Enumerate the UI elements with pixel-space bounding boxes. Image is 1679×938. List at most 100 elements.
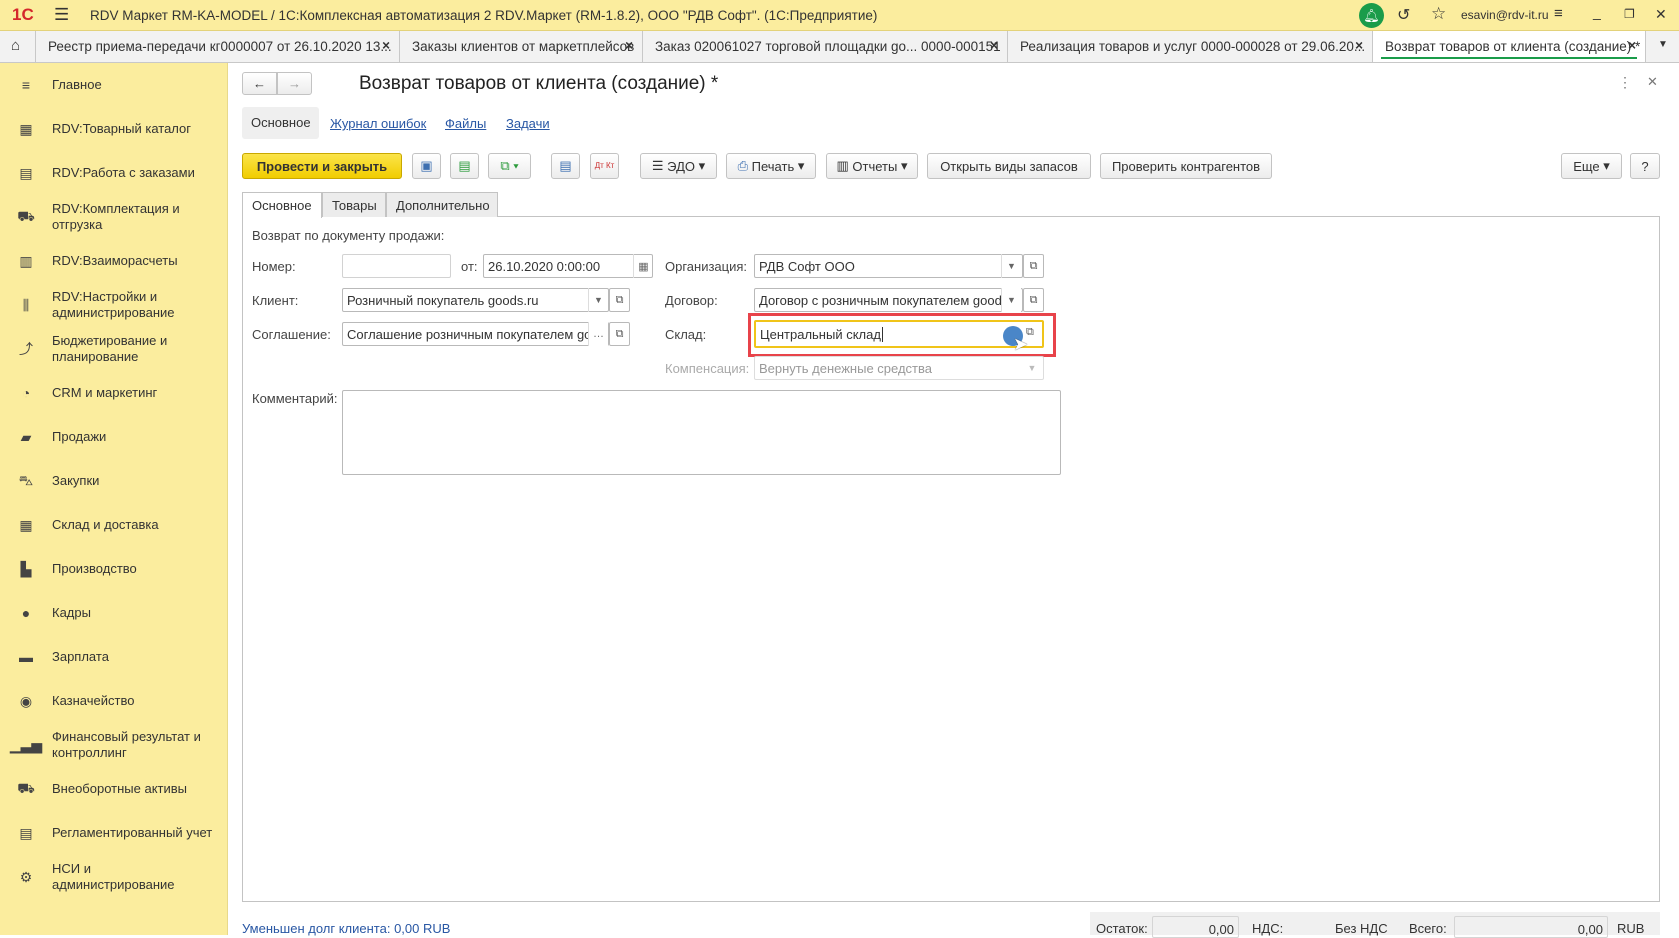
close-form-icon[interactable]: ✕ xyxy=(1647,74,1658,90)
compensation-input: Вернуть денежные средства xyxy=(754,356,1044,380)
sidebar-item[interactable]: ▙ Производство xyxy=(0,547,228,591)
tab-label: Реализация товаров и услуг 0000-000028 о… xyxy=(1020,39,1366,54)
save-button[interactable]: ▣ xyxy=(412,153,441,179)
totals-panel: Остаток: 0,00 НДС: Без НДС Всего: 0,00 R… xyxy=(1090,912,1660,938)
favorites-star-icon[interactable]: ☆ xyxy=(1431,4,1446,24)
1c-logo: 1С xyxy=(12,5,34,24)
section-label: Возврат по документу продажи: xyxy=(252,228,445,243)
nav-main[interactable]: Основное xyxy=(242,107,319,139)
grid-icon: ▦ xyxy=(19,120,33,137)
chevron-down-icon[interactable]: ▼ xyxy=(1001,288,1021,312)
more-button[interactable]: Еще ▾ xyxy=(1561,153,1622,179)
sidebar-item[interactable]: ● Кадры xyxy=(0,591,228,635)
sidebar-item[interactable]: ▦ RDV:Товарный каталог xyxy=(0,107,228,151)
sidebar-item[interactable]: ⫼ RDV:Настройки и администрирование xyxy=(0,283,228,327)
number-input[interactable] xyxy=(342,254,451,278)
date-label: от: xyxy=(461,259,478,274)
open-stock-types-button[interactable]: Открыть виды запасов xyxy=(927,153,1091,179)
window-tab[interactable]: Заказы клиентов от маркетплейсов × xyxy=(400,31,643,62)
comment-textarea[interactable] xyxy=(342,390,1061,475)
post-button[interactable]: ▤ xyxy=(450,153,479,179)
sidebar-item[interactable]: ⚙ НСИ и администрирование xyxy=(0,855,228,899)
compensation-label: Компенсация: xyxy=(665,361,750,376)
contract-input[interactable]: Договор с розничным покупателем goods xyxy=(754,288,1023,312)
bag-icon: ▰ xyxy=(20,428,32,445)
user-name[interactable]: esavin@rdv-it.ru xyxy=(1461,8,1549,22)
nav-errors-log[interactable]: Журнал ошибок xyxy=(330,116,426,131)
window-tab[interactable]: Реализация товаров и услуг 0000-000028 о… xyxy=(1008,31,1373,62)
calendar-icon[interactable]: ▦ xyxy=(633,254,653,278)
basket-icon: ⛍ xyxy=(18,471,34,488)
sidebar-item[interactable]: ◉ Казначейство xyxy=(0,679,228,723)
more-options-icon[interactable]: ⋮ xyxy=(1618,74,1632,91)
check-counterparties-button[interactable]: Проверить контрагентов xyxy=(1100,153,1272,179)
reports-button[interactable]: ▥ Отчеты ▾ xyxy=(826,153,918,179)
currency-label: RUB xyxy=(1617,921,1645,936)
list-icon: ▤ xyxy=(559,158,572,173)
tab-main[interactable]: Основное xyxy=(242,192,322,218)
sidebar-item[interactable]: ▥ RDV:Взаиморасчеты xyxy=(0,239,228,283)
sidebar-item[interactable]: ◔ CRM и маркетинг xyxy=(0,371,228,415)
back-button[interactable]: ← xyxy=(242,72,277,95)
close-tab-icon[interactable]: × xyxy=(990,38,998,53)
open-icon[interactable]: ⧉ xyxy=(1026,326,1034,339)
open-icon[interactable]: ⧉ xyxy=(1023,288,1044,312)
sidebar-item[interactable]: ⛟ RDV:Комплектация и отгрузка xyxy=(0,195,228,239)
minimize-icon[interactable]: _ xyxy=(1593,4,1601,20)
sidebar-item[interactable]: ⛍ Закупки xyxy=(0,459,228,503)
chevron-down-icon[interactable]: ▼ xyxy=(588,288,608,312)
ledger-icon: ▤ xyxy=(19,824,33,841)
close-tab-icon[interactable]: × xyxy=(1355,38,1363,53)
forward-button[interactable]: → xyxy=(277,72,312,95)
open-icon[interactable]: ⧉ xyxy=(609,288,630,312)
close-tab-icon[interactable]: × xyxy=(382,38,390,53)
home-icon[interactable]: ⌂ xyxy=(0,31,36,62)
create-based-on-button[interactable]: ⧉ ▾ xyxy=(488,153,531,179)
sidebar-item-main[interactable]: ≡ Главное xyxy=(0,63,228,107)
tab-label: Заказ 020061027 торговой площадки go... … xyxy=(655,39,1001,54)
sidebar-item[interactable]: ▤ Регламентированный учет xyxy=(0,811,228,855)
vat-label: НДС: xyxy=(1252,921,1284,936)
close-window-icon[interactable]: ✕ xyxy=(1655,6,1667,23)
nav-tasks[interactable]: Задачи xyxy=(506,116,550,131)
open-icon[interactable]: ⧉ xyxy=(609,322,630,346)
agreement-input[interactable]: Соглашение розничным покупателем goods xyxy=(342,322,609,346)
window-tab[interactable]: Реестр приема-передачи кг0000007 от 26.1… xyxy=(36,31,400,62)
help-button[interactable]: ? xyxy=(1630,153,1660,179)
calculator-icon: ▥ xyxy=(19,252,33,269)
tabs-dropdown-icon[interactable]: ▼ xyxy=(1646,31,1679,62)
debt-link[interactable]: Уменьшен долг клиента: 0,00 RUB xyxy=(242,921,450,936)
sidebar-item[interactable]: ▰ Продажи xyxy=(0,415,228,459)
print-button[interactable]: ⎙ Печать ▾ xyxy=(726,153,816,179)
sidebar-item[interactable]: ▬ Зарплата xyxy=(0,635,228,679)
date-input[interactable]: 26.10.2020 0:00:00 xyxy=(483,254,653,278)
post-and-close-button[interactable]: Провести и закрыть xyxy=(242,153,402,179)
history-icon[interactable]: ↺ xyxy=(1397,5,1410,25)
close-tab-icon[interactable]: × xyxy=(1628,38,1636,53)
window-tab[interactable]: Заказ 020061027 торговой площадки go... … xyxy=(643,31,1008,62)
close-tab-icon[interactable]: × xyxy=(625,38,633,53)
edo-button[interactable]: ☰ ЭДО ▾ xyxy=(640,153,717,179)
ellipsis-icon[interactable]: … xyxy=(588,322,608,346)
tab-goods[interactable]: Товары xyxy=(322,192,386,217)
open-icon[interactable]: ⧉ xyxy=(1023,254,1044,278)
warehouse-input[interactable]: Центральный склад xyxy=(754,320,1044,348)
dt-kt-button[interactable]: Дт Кт xyxy=(590,153,619,179)
sidebar-item[interactable]: ⛟ Внеоборотные активы xyxy=(0,767,228,811)
restore-icon[interactable]: ❐ xyxy=(1624,7,1635,21)
sidebar-item[interactable]: ▤ RDV:Работа с заказами xyxy=(0,151,228,195)
factory-icon: ▙ xyxy=(20,560,32,577)
sidebar-item[interactable]: ▦ Склад и доставка xyxy=(0,503,228,547)
structure-button[interactable]: ▤ xyxy=(551,153,580,179)
tab-additional[interactable]: Дополнительно xyxy=(386,192,498,217)
notifications-bell-icon[interactable]: 🔔︎ xyxy=(1359,3,1384,28)
sidebar-item[interactable]: ▁▃▅ Финансовый результат и контроллинг xyxy=(0,723,228,767)
nav-files[interactable]: Файлы xyxy=(445,116,486,131)
main-menu-icon[interactable]: ☰ xyxy=(54,5,69,25)
settings-menu-icon[interactable]: ≡ xyxy=(1554,5,1563,22)
organization-input[interactable]: РДВ Софт ООО xyxy=(754,254,1023,278)
sidebar-item[interactable]: ⤴ Бюджетирование и планирование xyxy=(0,327,228,371)
client-input[interactable]: Розничный покупатель goods.ru xyxy=(342,288,609,312)
window-tab-active[interactable]: Возврат товаров от клиента (создание) * × xyxy=(1373,31,1646,62)
chevron-down-icon[interactable]: ▼ xyxy=(1001,254,1021,278)
